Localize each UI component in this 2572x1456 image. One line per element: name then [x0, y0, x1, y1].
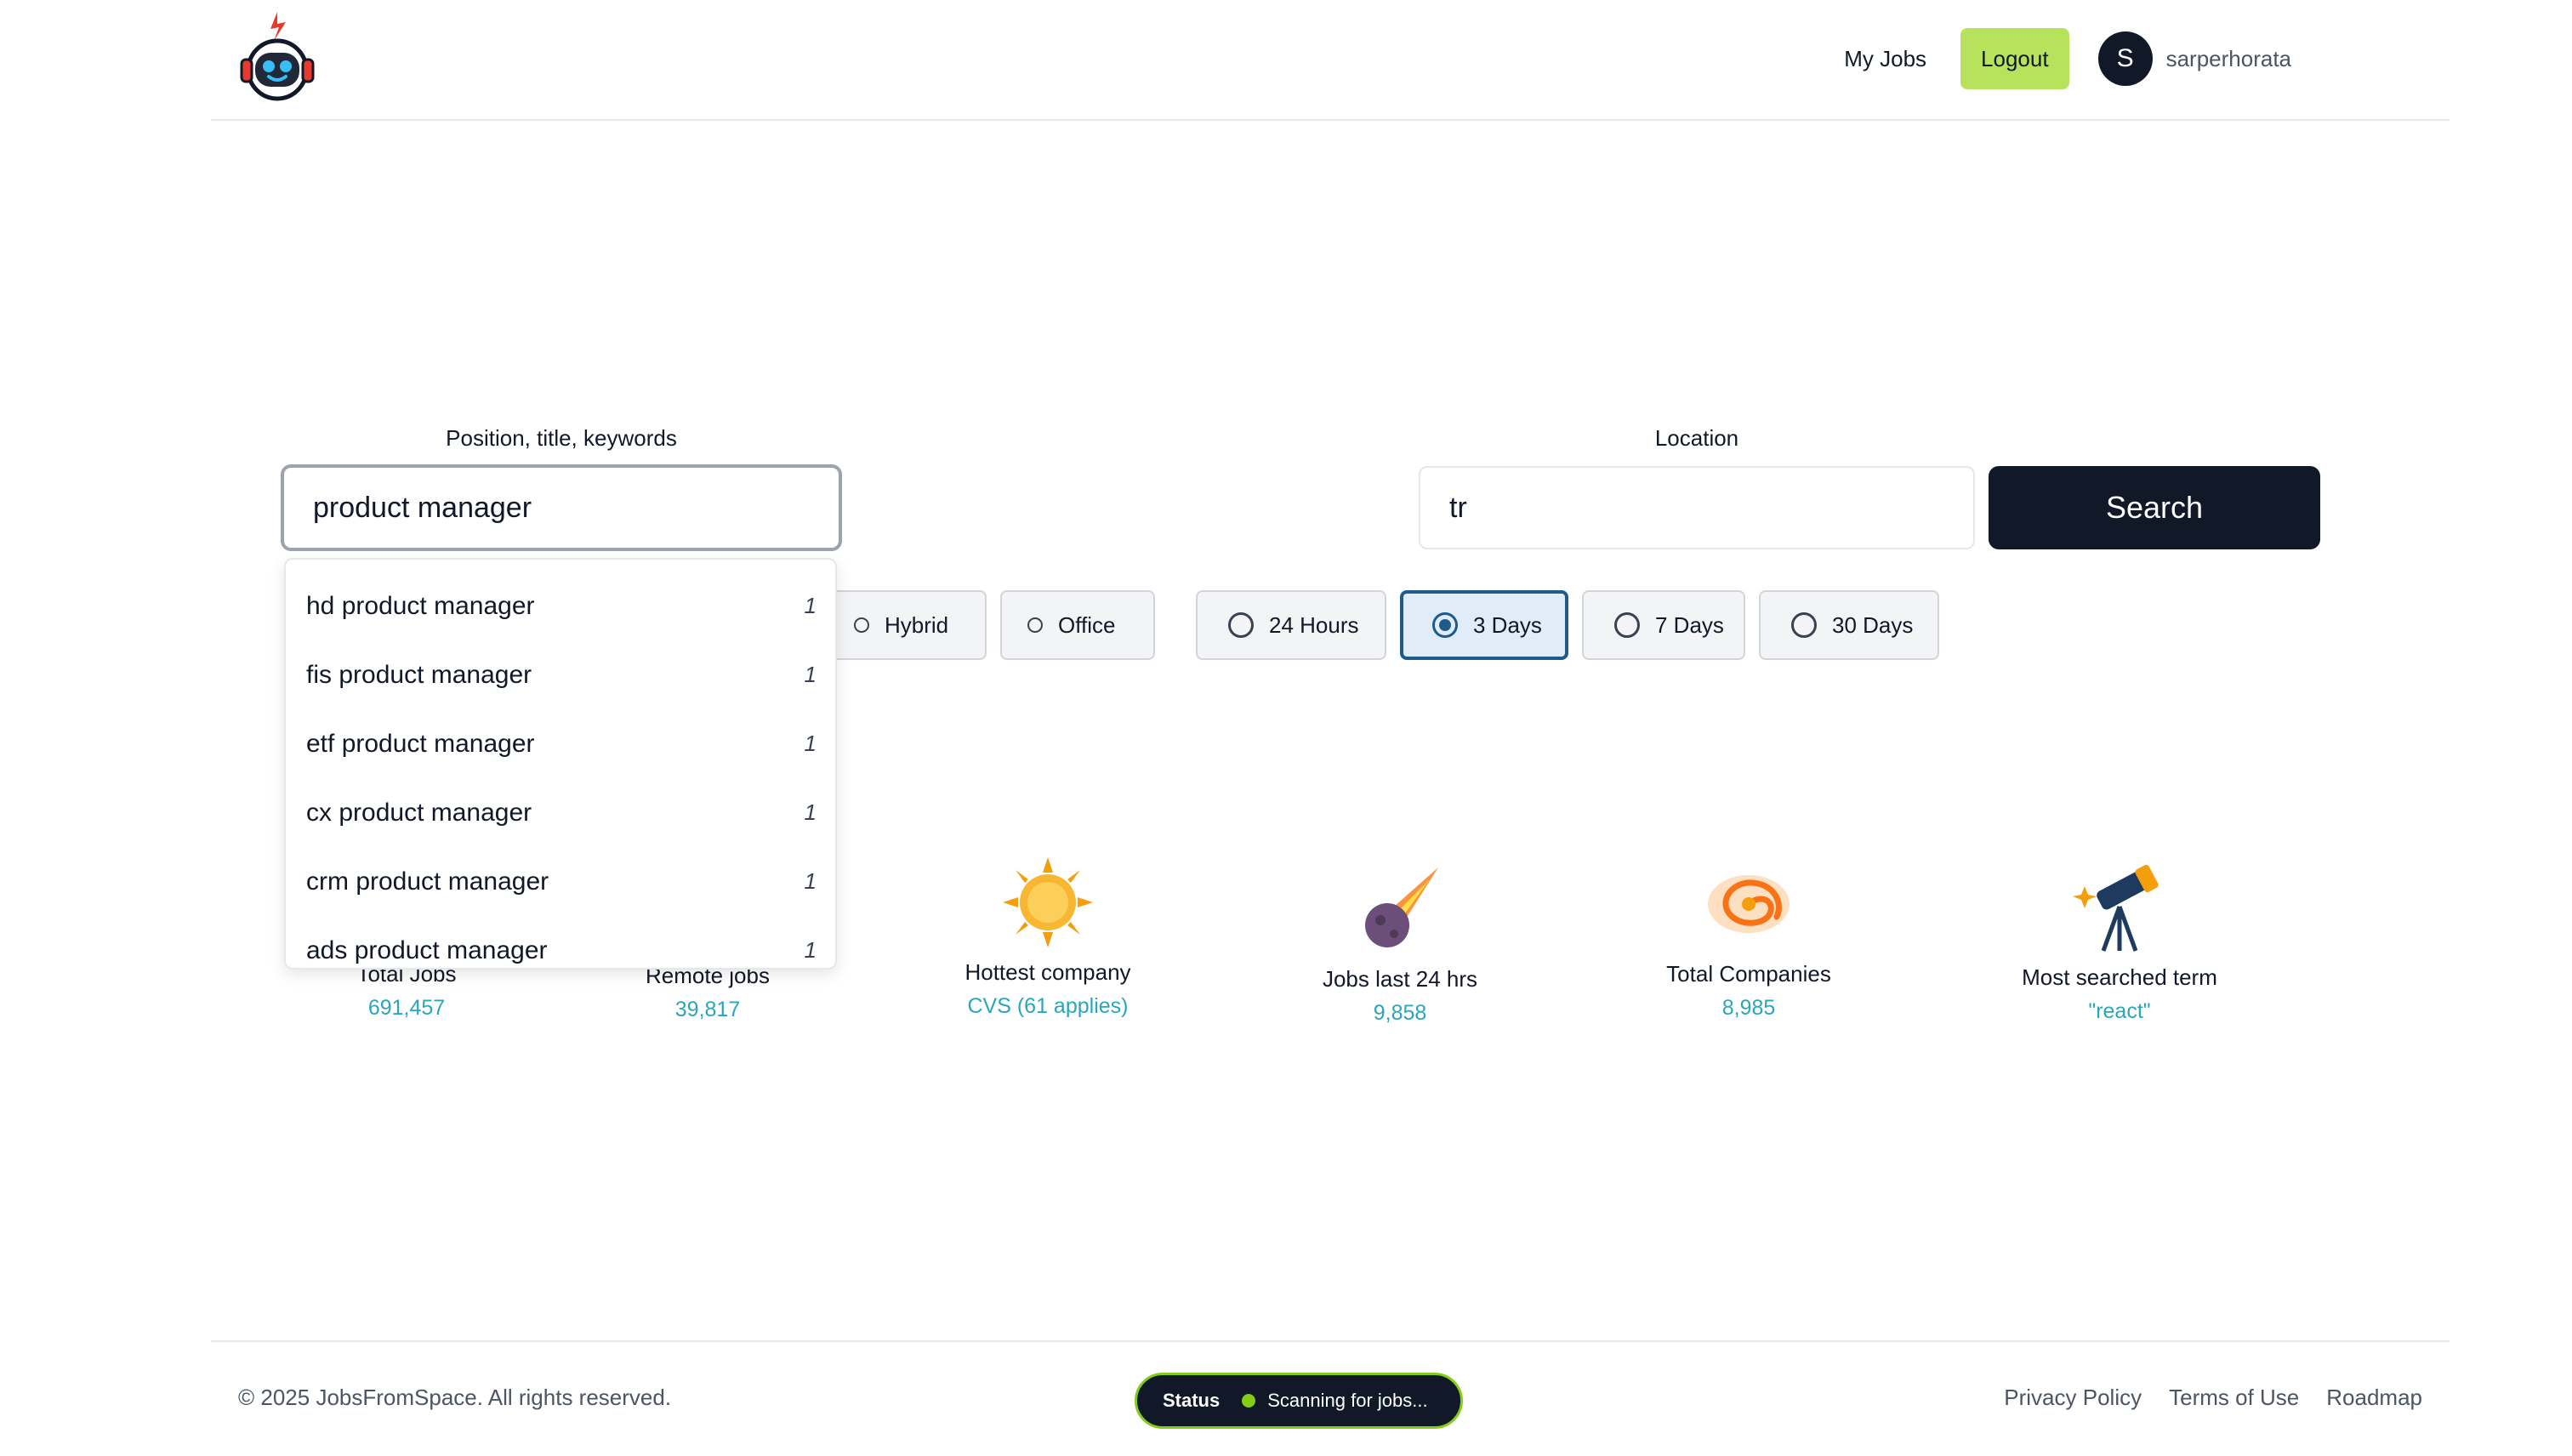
radio-icon [854, 617, 869, 633]
suggestion-item[interactable]: etf product manager 1 [286, 709, 835, 778]
site-header: My Jobs Logout S sarperhorata [211, 0, 2450, 121]
keywords-input[interactable] [281, 464, 842, 551]
sun-icon [1003, 857, 1093, 947]
filter-24-hours[interactable]: 24 Hours [1196, 590, 1386, 660]
filter-label: Office [1058, 611, 1116, 638]
telescope-icon [2073, 864, 2159, 952]
filter-label: 24 Hours [1269, 611, 1359, 638]
stat-title: Most searched term [2022, 964, 2217, 990]
my-jobs-link[interactable]: My Jobs [1844, 46, 1926, 72]
radio-icon [1228, 612, 1254, 638]
filter-label: Hybrid [885, 611, 949, 638]
stat-most-searched: Most searched term "react" [1966, 861, 2273, 1024]
stat-value: 9,858 [1373, 1001, 1427, 1025]
stat-value: 39,817 [674, 998, 741, 1021]
logout-button[interactable]: Logout [1960, 28, 2069, 89]
stat-value: CVS (61 applies) [967, 994, 1129, 1018]
filter-hybrid[interactable]: Hybrid [827, 590, 987, 660]
roadmap-link[interactable]: Roadmap [2326, 1385, 2422, 1411]
location-input[interactable] [1419, 466, 1975, 549]
status-label: Status [1163, 1390, 1221, 1411]
status-dot-icon [1242, 1394, 1256, 1408]
radio-selected-icon [1432, 612, 1458, 638]
stat-hottest-company: Hottest company CVS (61 applies) [895, 856, 1201, 1019]
radio-icon [1027, 617, 1043, 633]
footer-links: Privacy Policy Terms of Use Roadmap [1977, 1385, 2422, 1411]
stat-value: 691,457 [367, 996, 446, 1020]
stat-value: 8,985 [1721, 996, 1776, 1020]
filter-label: 7 Days [1655, 611, 1724, 638]
suggestion-item[interactable]: ads product manager 1 [286, 916, 835, 985]
stat-total-companies: Total Companies 8,985 [1596, 857, 1902, 1021]
suggestion-count: 1 [804, 731, 817, 756]
search-button[interactable]: Search [1989, 466, 2320, 549]
keywords-label: Position, title, keywords [446, 425, 677, 451]
stat-jobs-last-24: Jobs last 24 hrs 9,858 [1247, 862, 1553, 1026]
suggestion-text: cx product manager [306, 798, 532, 827]
keyword-suggestions-dropdown: hd product manager 1 fis product manager… [284, 558, 837, 970]
suggestion-item[interactable]: crm product manager 1 [286, 847, 835, 916]
filter-30-days[interactable]: 30 Days [1759, 590, 1939, 660]
suggestion-count: 1 [804, 937, 817, 963]
suggestion-count: 1 [804, 593, 817, 618]
stat-value: "react" [2088, 999, 2151, 1023]
status-text: Scanning for jobs... [1267, 1390, 1428, 1411]
suggestion-text: hd product manager [306, 591, 535, 620]
stat-title: Jobs last 24 hrs [1322, 966, 1478, 992]
privacy-policy-link[interactable]: Privacy Policy [2004, 1385, 2142, 1411]
header-nav: My Jobs Logout S sarperhorata [1844, 27, 2450, 90]
copyright: © 2025 JobsFromSpace. All rights reserve… [238, 1385, 672, 1410]
suggestion-count: 1 [804, 662, 817, 687]
avatar[interactable]: S [2097, 31, 2153, 86]
filter-label: 30 Days [1832, 611, 1914, 638]
suggestion-item[interactable]: cx product manager 1 [286, 778, 835, 847]
suggestion-text: fis product manager [306, 660, 532, 689]
location-label: Location [1654, 425, 1739, 451]
stat-title: Total Companies [1666, 961, 1831, 987]
suggestion-count: 1 [804, 799, 817, 825]
galaxy-icon [1708, 875, 1790, 933]
terms-of-use-link[interactable]: Terms of Use [2169, 1385, 2299, 1411]
robot-astronaut-logo[interactable] [236, 10, 318, 102]
site-footer: © 2025 JobsFromSpace. All rights reserve… [211, 1340, 2450, 1456]
stat-title: Hottest company [964, 959, 1131, 985]
radio-icon [1614, 612, 1640, 638]
username[interactable]: sarperhorata [2166, 46, 2291, 72]
suggestion-text: ads product manager [306, 936, 548, 964]
suggestion-item[interactable]: fis product manager 1 [286, 640, 835, 709]
filter-7-days[interactable]: 7 Days [1582, 590, 1745, 660]
suggestion-count: 1 [804, 868, 817, 894]
suggestion-text: crm product manager [306, 867, 549, 896]
suggestion-text: etf product manager [306, 729, 535, 758]
filter-3-days[interactable]: 3 Days [1400, 590, 1568, 660]
status-pill: Status Scanning for jobs... [1135, 1373, 1463, 1429]
radio-icon [1791, 612, 1817, 638]
filter-label: 3 Days [1473, 611, 1542, 638]
filter-office[interactable]: Office [1000, 590, 1155, 660]
suggestion-item[interactable]: hd product manager 1 [286, 572, 835, 640]
meteor-icon [1365, 867, 1438, 947]
